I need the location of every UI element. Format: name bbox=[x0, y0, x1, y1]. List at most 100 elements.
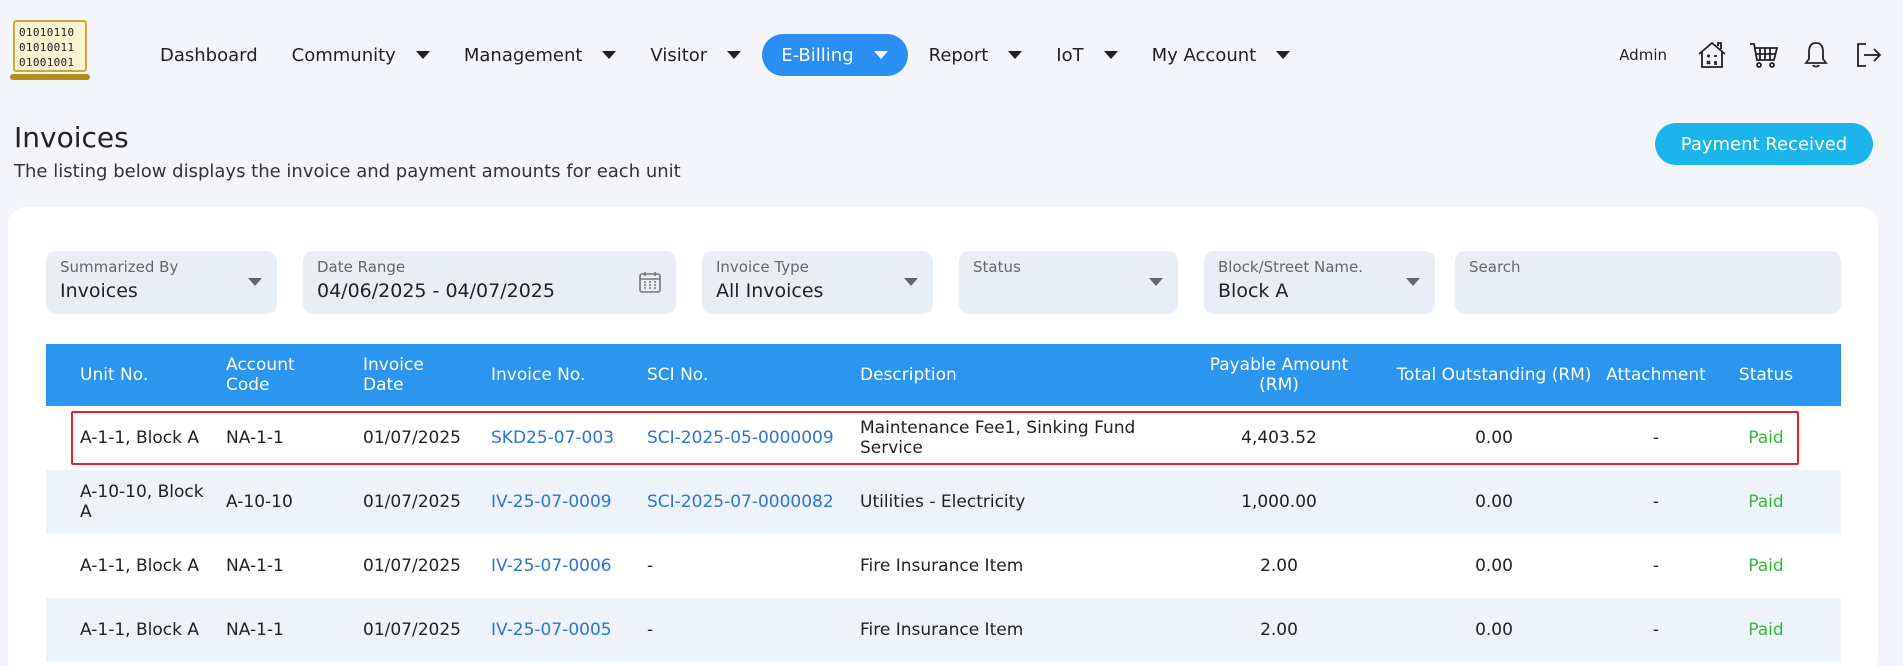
logo-line: 01010110 bbox=[19, 26, 75, 39]
nav-item-management[interactable]: Management bbox=[451, 34, 630, 76]
app-logo[interactable]: 01010110 01010011 01001001 bbox=[10, 20, 90, 80]
nav-item-label: Visitor bbox=[650, 44, 708, 66]
sci-no-link[interactable]: SCI-2025-07-0000082 bbox=[647, 470, 857, 534]
nav-item-label: IoT bbox=[1056, 44, 1084, 66]
sci-no-link[interactable]: SCI-2025-05-0000009 bbox=[647, 406, 857, 470]
caret-down-icon bbox=[1149, 278, 1163, 286]
cell-payable-amount: 4,403.52 bbox=[1241, 428, 1317, 448]
caret-down-icon bbox=[727, 51, 742, 59]
table-row[interactable]: A-10-10, Block A A-10-10 01/07/2025 IV-2… bbox=[46, 470, 1841, 534]
column-header-invoice-date[interactable]: Invoice Date bbox=[363, 344, 463, 406]
filter-label: Summarized By bbox=[60, 258, 179, 276]
column-header-description[interactable]: Description bbox=[860, 344, 1060, 406]
nav-item-label: Community bbox=[291, 44, 396, 66]
invoice-type-select[interactable]: Invoice Type All Invoices bbox=[702, 251, 933, 314]
table-row[interactable]: A-1-1, Block A NA-1-1 01/07/2025 IV-25-0… bbox=[46, 598, 1841, 662]
filter-label: Invoice Type bbox=[716, 258, 809, 276]
summarized-by-select[interactable]: Summarized By Invoices bbox=[46, 251, 277, 314]
caret-down-icon bbox=[1406, 278, 1420, 286]
invoice-no-link[interactable]: SKD25-07-003 bbox=[491, 406, 641, 470]
caret-down-icon bbox=[248, 278, 262, 286]
cell-sci-no: - bbox=[647, 620, 654, 640]
nav-item-label: Dashboard bbox=[160, 44, 258, 66]
cell-account-code: NA-1-1 bbox=[226, 428, 284, 448]
date-range-picker[interactable]: Date Range 04/06/2025 - 04/07/2025 bbox=[303, 251, 676, 314]
cell-unit-no: A-1-1, Block A bbox=[80, 620, 199, 640]
cell-account-code: A-10-10 bbox=[226, 492, 293, 512]
cell-attachment: - bbox=[1652, 556, 1660, 576]
caret-down-icon bbox=[904, 278, 918, 286]
main-nav: Dashboard Community Management Visitor E… bbox=[147, 34, 1311, 76]
admin-label: Admin bbox=[1619, 46, 1667, 64]
cell-payable-amount: 1,000.00 bbox=[1241, 492, 1317, 512]
nav-item-label: My Account bbox=[1151, 44, 1257, 66]
cell-account-code: NA-1-1 bbox=[226, 620, 284, 640]
nav-item-my-account[interactable]: My Account bbox=[1139, 34, 1304, 76]
column-header-sci-no[interactable]: SCI No. bbox=[647, 344, 807, 406]
nav-item-report[interactable]: Report bbox=[916, 34, 1036, 76]
block-street-select[interactable]: Block/Street Name. Block A bbox=[1204, 251, 1435, 314]
status-badge: Paid bbox=[1748, 620, 1784, 640]
nav-item-dashboard[interactable]: Dashboard bbox=[147, 34, 271, 76]
filter-label: Search bbox=[1469, 258, 1521, 276]
property-calculator-icon[interactable] bbox=[1695, 38, 1729, 72]
cell-account-code: NA-1-1 bbox=[226, 556, 284, 576]
nav-item-community[interactable]: Community bbox=[279, 34, 443, 76]
payment-received-button[interactable]: Payment Received bbox=[1655, 123, 1873, 165]
logo-binary-paper: 01010110 01010011 01001001 bbox=[13, 20, 87, 72]
invoice-no-link[interactable]: IV-25-07-0009 bbox=[491, 470, 641, 534]
cell-total-outstanding: 0.00 bbox=[1475, 620, 1513, 640]
bell-icon[interactable] bbox=[1799, 38, 1833, 72]
cell-description: Fire Insurance Item bbox=[860, 556, 1024, 576]
column-header-invoice-no[interactable]: Invoice No. bbox=[491, 344, 631, 406]
page-subtitle: The listing below displays the invoice a… bbox=[14, 161, 681, 182]
column-header-attachment[interactable]: Attachment bbox=[1596, 344, 1716, 406]
column-header-payable-amount[interactable]: Payable Amount (RM) bbox=[1189, 344, 1369, 406]
column-header-unit-no[interactable]: Unit No. bbox=[80, 344, 200, 406]
status-select[interactable]: Status bbox=[959, 251, 1178, 314]
column-header-status[interactable]: Status bbox=[1721, 344, 1811, 406]
cell-sci-no: - bbox=[647, 556, 654, 576]
nav-item-visitor[interactable]: Visitor bbox=[637, 34, 754, 76]
filter-value: Block A bbox=[1218, 280, 1289, 302]
cell-description: Maintenance Fee1, Sinking Fund Service bbox=[860, 418, 1136, 458]
nav-item-iot[interactable]: IoT bbox=[1043, 34, 1130, 76]
cell-description: Utilities - Electricity bbox=[860, 492, 1026, 512]
cell-attachment: - bbox=[1652, 620, 1660, 640]
caret-down-icon bbox=[1103, 51, 1118, 59]
search-input[interactable]: Search bbox=[1455, 251, 1841, 314]
logo-base bbox=[10, 74, 90, 80]
table-row[interactable]: A-1-1, Block A NA-1-1 01/07/2025 SKD25-0… bbox=[46, 406, 1841, 470]
nav-item-e-billing[interactable]: E-Billing bbox=[762, 34, 908, 76]
column-header-account-code[interactable]: Account Code bbox=[226, 344, 326, 406]
filter-label: Status bbox=[973, 258, 1021, 276]
cell-invoice-date: 01/07/2025 bbox=[363, 556, 461, 576]
cell-unit-no: A-1-1, Block A bbox=[80, 556, 199, 576]
cell-unit-no: A-10-10, Block A bbox=[80, 482, 204, 522]
cell-payable-amount: 2.00 bbox=[1260, 620, 1298, 640]
cart-icon[interactable] bbox=[1747, 38, 1781, 72]
logo-line: 01001001 bbox=[19, 56, 75, 69]
filter-value: All Invoices bbox=[716, 280, 824, 302]
filter-label: Block/Street Name. bbox=[1218, 258, 1363, 276]
cell-total-outstanding: 0.00 bbox=[1475, 492, 1513, 512]
column-header-total-outstanding[interactable]: Total Outstanding (RM) bbox=[1394, 344, 1594, 406]
cell-payable-amount: 2.00 bbox=[1260, 556, 1298, 576]
table-row[interactable]: A-1-1, Block A NA-1-1 01/07/2025 IV-25-0… bbox=[46, 534, 1841, 598]
caret-down-icon bbox=[602, 51, 617, 59]
filter-value: 04/06/2025 - 04/07/2025 bbox=[317, 280, 555, 302]
caret-down-icon bbox=[1008, 51, 1023, 59]
caret-down-icon bbox=[873, 51, 888, 59]
calendar-icon bbox=[639, 272, 661, 293]
invoice-no-link[interactable]: IV-25-07-0006 bbox=[491, 534, 641, 598]
status-badge: Paid bbox=[1748, 492, 1784, 512]
cell-attachment: - bbox=[1652, 492, 1660, 512]
cell-invoice-date: 01/07/2025 bbox=[363, 428, 461, 448]
cell-attachment: - bbox=[1652, 428, 1660, 448]
cell-total-outstanding: 0.00 bbox=[1475, 428, 1513, 448]
user-area: Admin bbox=[1619, 34, 1885, 76]
logout-icon[interactable] bbox=[1851, 38, 1885, 72]
cell-total-outstanding: 0.00 bbox=[1475, 556, 1513, 576]
invoice-no-link[interactable]: IV-25-07-0005 bbox=[491, 598, 641, 662]
logo-line: 01010011 bbox=[19, 41, 75, 54]
